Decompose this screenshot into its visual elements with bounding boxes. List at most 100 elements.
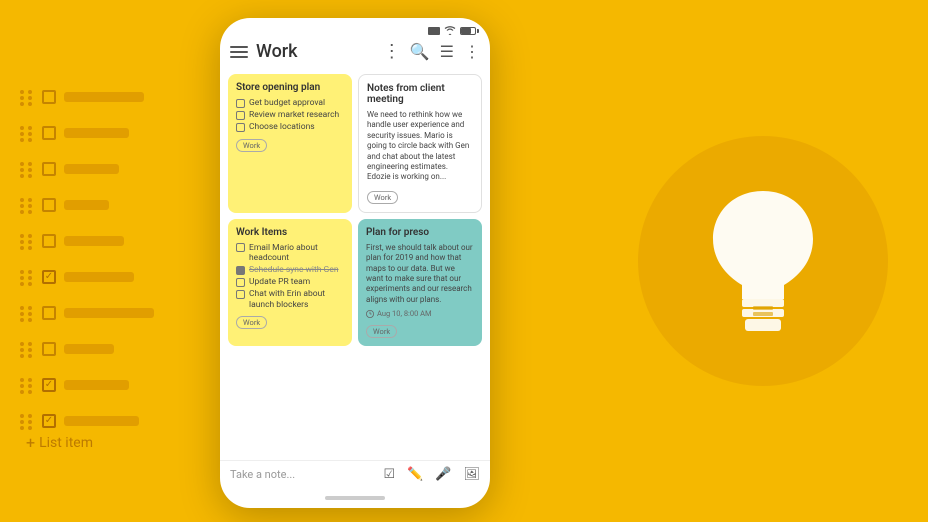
list-item-bar bbox=[64, 128, 129, 138]
notes-grid: Store opening plan Get budget approval R… bbox=[220, 68, 490, 460]
checkbox-icon bbox=[236, 99, 245, 108]
note-item: Update PR team bbox=[236, 277, 344, 287]
more-icon[interactable]: ⋮ bbox=[464, 42, 480, 61]
checkbox-icon bbox=[236, 278, 245, 287]
list-checkbox[interactable] bbox=[42, 342, 56, 356]
lightbulb-icon bbox=[698, 181, 828, 341]
phone: Work ⋮ 🔍 ☰ ⋮ Store opening plan Get budg… bbox=[220, 18, 490, 508]
list-item-bar bbox=[64, 92, 144, 102]
list-item bbox=[20, 306, 154, 320]
list-item-bar bbox=[64, 344, 114, 354]
list-item-bar bbox=[64, 380, 129, 390]
note-date: Aug 10, 8:00 AM bbox=[366, 309, 474, 318]
drag-icon bbox=[20, 126, 34, 140]
brush-icon[interactable]: ✏️ bbox=[407, 467, 423, 482]
plus-icon: + bbox=[26, 433, 35, 452]
note-title: Notes from client meeting bbox=[367, 83, 473, 105]
drag-icon bbox=[20, 198, 34, 212]
note-plan-preso[interactable]: Plan for preso First, we should talk abo… bbox=[358, 219, 482, 346]
note-title: Plan for preso bbox=[366, 227, 474, 238]
note-body: First, we should talk about our plan for… bbox=[366, 243, 474, 305]
checkbox-icon bbox=[236, 266, 245, 275]
checkmark-icon: ✓ bbox=[45, 416, 53, 426]
drag-icon bbox=[20, 270, 34, 284]
note-title: Work Items bbox=[236, 227, 344, 238]
wifi-icon bbox=[444, 26, 456, 35]
list-item: ✓ bbox=[20, 270, 154, 284]
checkbox-icon bbox=[236, 290, 245, 299]
note-item: Chat with Erin about launch blockers bbox=[236, 289, 344, 309]
note-label: Work bbox=[236, 316, 267, 329]
note-body: We need to rethink how we handle user ex… bbox=[367, 110, 473, 183]
note-label: Work bbox=[366, 325, 397, 338]
drag-icon bbox=[20, 306, 34, 320]
checkbox-icon bbox=[236, 111, 245, 120]
list-item bbox=[20, 90, 154, 104]
note-label: Work bbox=[236, 139, 267, 152]
footer-icons: ☑ ✏️ 🎤 🖼 bbox=[383, 467, 480, 482]
note-title: Store opening plan bbox=[236, 82, 344, 93]
list-checkbox[interactable] bbox=[42, 126, 56, 140]
note-item: Choose locations bbox=[236, 122, 344, 132]
list-checkbox[interactable]: ✓ bbox=[42, 270, 56, 284]
mic-icon[interactable]: 🎤 bbox=[435, 467, 451, 482]
search-icon[interactable]: 🔍 bbox=[410, 42, 430, 61]
list-checkbox[interactable] bbox=[42, 90, 56, 104]
list-item-bar bbox=[64, 200, 109, 210]
list-item bbox=[20, 162, 154, 176]
list-item: ✓ bbox=[20, 378, 154, 392]
note-store-opening[interactable]: Store opening plan Get budget approval R… bbox=[228, 74, 352, 213]
note-client-meeting[interactable]: Notes from client meeting We need to ret… bbox=[358, 74, 482, 213]
list-checkbox[interactable] bbox=[42, 234, 56, 248]
list-checkbox[interactable] bbox=[42, 306, 56, 320]
note-work-items[interactable]: Work Items Email Mario about headcount S… bbox=[228, 219, 352, 346]
list-item-bar bbox=[64, 416, 139, 426]
drag-icon bbox=[20, 90, 34, 104]
home-indicator bbox=[325, 496, 385, 500]
checkbox-icon bbox=[236, 123, 245, 132]
drag-icon bbox=[20, 342, 34, 356]
image-icon[interactable]: 🖼 bbox=[463, 467, 480, 482]
checkmark-icon: ✓ bbox=[45, 380, 53, 390]
circle-background bbox=[638, 136, 888, 386]
footer: Take a note... ☑ ✏️ 🎤 🖼 bbox=[220, 460, 490, 488]
list-item-bar bbox=[64, 164, 119, 174]
list-item bbox=[20, 198, 154, 212]
checkmark-icon: ✓ bbox=[45, 272, 53, 282]
note-label: Work bbox=[367, 191, 398, 204]
battery-icon bbox=[460, 27, 476, 35]
drag-icon bbox=[20, 234, 34, 248]
checklist-icon[interactable]: ☑ bbox=[383, 467, 395, 482]
list-item bbox=[20, 342, 154, 356]
list-checkbox[interactable] bbox=[42, 198, 56, 212]
header-more-icon[interactable]: ⋮ bbox=[383, 41, 402, 62]
drag-icon bbox=[20, 414, 34, 428]
list-item: ✓ bbox=[20, 414, 154, 428]
phone-status-bar bbox=[220, 18, 490, 37]
take-note-placeholder[interactable]: Take a note... bbox=[230, 468, 375, 481]
note-item: Schedule sync with Gen bbox=[236, 265, 344, 275]
header-icons: 🔍 ☰ ⋮ bbox=[410, 42, 480, 61]
add-item-label: List item bbox=[39, 435, 93, 451]
list-item-bar bbox=[64, 236, 124, 246]
signal-icon bbox=[428, 27, 440, 35]
list-checkbox[interactable] bbox=[42, 162, 56, 176]
list-checkbox[interactable]: ✓ bbox=[42, 414, 56, 428]
note-item: Review market research bbox=[236, 110, 344, 120]
view-icon[interactable]: ☰ bbox=[440, 42, 454, 61]
list-item bbox=[20, 234, 154, 248]
drag-icon bbox=[20, 378, 34, 392]
note-item: Get budget approval bbox=[236, 98, 344, 108]
lightbulb-section bbox=[638, 136, 888, 386]
clock-icon bbox=[366, 310, 374, 318]
drag-icon bbox=[20, 162, 34, 176]
list-item-bar bbox=[64, 308, 154, 318]
home-bar bbox=[220, 488, 490, 508]
list-checkbox[interactable]: ✓ bbox=[42, 378, 56, 392]
app-header: Work ⋮ 🔍 ☰ ⋮ bbox=[220, 37, 490, 68]
hamburger-menu[interactable] bbox=[230, 46, 248, 58]
add-item-row[interactable]: + List item bbox=[26, 433, 93, 452]
list-item bbox=[20, 126, 154, 140]
left-list: ✓ ✓ ✓ bbox=[20, 90, 154, 428]
note-item: Email Mario about headcount bbox=[236, 243, 344, 263]
